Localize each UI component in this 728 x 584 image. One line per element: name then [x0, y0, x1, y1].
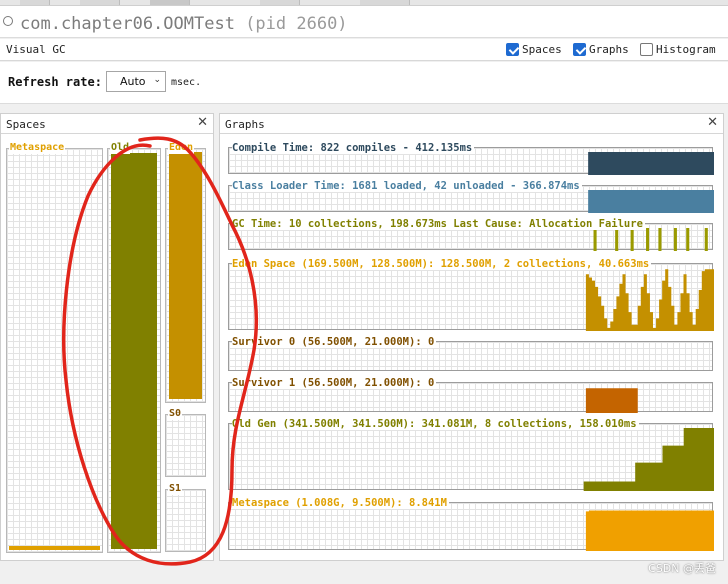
- graph-old-gen: Old Gen (341.500M, 341.500M): 341.081M, …: [228, 418, 714, 491]
- application-title-bar: com.chapter06.OOMTest (pid 2660): [0, 6, 728, 38]
- refresh-rate-row: Refresh rate: Auto ⌄ msec.: [0, 62, 728, 104]
- graph-metaspace-label: Metaspace (1.008G, 9.500M): 8.841M: [232, 497, 449, 509]
- top-tab[interactable]: [150, 0, 190, 5]
- graph-compile-time-label: Compile Time: 822 compiles - 412.135ms: [232, 142, 475, 154]
- space-s1: S1: [165, 483, 206, 552]
- process-id: (pid 2660): [245, 14, 348, 34]
- application-name: com.chapter06.OOMTest: [20, 14, 235, 34]
- graph-eden-space: Eden Space (169.500M, 128.500M): 128.500…: [228, 258, 714, 331]
- spaces-checkbox-label: Spaces: [522, 43, 562, 56]
- space-old-fill: [111, 153, 157, 549]
- graph-eden-space-plot: [229, 269, 714, 331]
- spaces-checkbox[interactable]: Spaces: [506, 43, 562, 56]
- refresh-rate-select[interactable]: Auto ⌄: [106, 71, 166, 92]
- histogram-checkbox[interactable]: Histogram: [640, 43, 716, 56]
- graph-survivor-0: Survivor 0 (56.500M, 21.000M): 0: [228, 336, 713, 371]
- space-s0-label: S0: [168, 408, 183, 420]
- close-icon[interactable]: ✕: [707, 115, 718, 130]
- graph-area: [229, 152, 714, 175]
- refresh-rate-unit: msec.: [171, 77, 202, 88]
- graph-area: [229, 269, 714, 331]
- top-tab[interactable]: [80, 0, 120, 5]
- graphs-panel: Graphs ✕ Compile Time: 822 compiles - 41…: [219, 113, 724, 561]
- graph-class-loader-time: Class Loader Time: 1681 loaded, 42 unloa…: [228, 180, 714, 213]
- graph-area: [229, 190, 714, 213]
- graphs-checkbox[interactable]: Graphs: [573, 43, 629, 56]
- graph-area: [229, 228, 714, 251]
- top-tab[interactable]: [20, 0, 50, 5]
- graph-gc-time: GC Time: 10 collections, 198.673ms Last …: [228, 218, 714, 251]
- spaces-panel-header: Spaces ✕: [1, 114, 213, 134]
- graph-survivor-1-label: Survivor 1 (56.500M, 21.000M): 0: [232, 377, 437, 389]
- space-metaspace-fill: [9, 546, 100, 550]
- graph-old-gen-label: Old Gen (341.500M, 341.500M): 341.081M, …: [232, 418, 639, 430]
- top-tab[interactable]: [360, 0, 410, 5]
- visual-gc-label: Visual GC: [6, 43, 66, 56]
- checkbox-check-icon[interactable]: [573, 43, 586, 56]
- refresh-rate-value: Auto: [120, 75, 146, 88]
- graph-metaspace: Metaspace (1.008G, 9.500M): 8.841M: [228, 497, 714, 551]
- space-metaspace: Metaspace: [6, 142, 103, 553]
- graphs-panel-header: Graphs ✕: [220, 114, 723, 134]
- graph-area: [229, 510, 714, 551]
- graph-class-loader-time-label: Class Loader Time: 1681 loaded, 42 unloa…: [232, 180, 582, 192]
- space-s1-label: S1: [168, 483, 183, 495]
- application-icon: [3, 16, 13, 26]
- graph-area: [229, 428, 714, 491]
- graph-compile-time: Compile Time: 822 compiles - 412.135ms: [228, 142, 714, 175]
- graph-eden-space-label: Eden Space (169.500M, 128.500M): 128.500…: [232, 258, 652, 270]
- graph-old-gen-plot: [229, 428, 714, 491]
- application-title: com.chapter06.OOMTest (pid 2660): [20, 14, 348, 34]
- space-eden: Eden: [165, 142, 206, 403]
- close-icon[interactable]: ✕: [197, 115, 208, 130]
- space-metaspace-label: Metaspace: [9, 142, 66, 154]
- refresh-rate-label: Refresh rate:: [8, 75, 102, 89]
- checkbox-empty-icon[interactable]: [640, 43, 653, 56]
- top-tab[interactable]: [260, 0, 300, 5]
- graph-metaspace-plot: [229, 510, 714, 551]
- watermark: CSDN @丢爸: [648, 562, 716, 575]
- spaces-panel-title: Spaces: [6, 118, 46, 131]
- graph-gc-time-label: GC Time: 10 collections, 198.673ms Last …: [232, 218, 645, 230]
- histogram-checkbox-label: Histogram: [656, 43, 716, 56]
- graphs-checkbox-label: Graphs: [589, 43, 629, 56]
- space-eden-fill: [169, 152, 202, 399]
- graphs-panel-title: Graphs: [225, 118, 265, 131]
- visual-gc-toolbar: Visual GC Spaces Graphs Histogram: [0, 39, 728, 61]
- graph-survivor-1: Survivor 1 (56.500M, 21.000M): 0: [228, 377, 714, 413]
- graph-area: [229, 388, 714, 413]
- space-eden-label: Eden: [168, 142, 195, 154]
- space-s0: S0: [165, 408, 206, 477]
- space-old-label: Old: [110, 142, 131, 154]
- spaces-panel: Spaces ✕ Metaspace Old Eden S0 S1: [0, 113, 214, 561]
- chevron-down-icon[interactable]: ⌄: [153, 75, 161, 85]
- checkbox-check-icon[interactable]: [506, 43, 519, 56]
- space-old: Old: [107, 142, 161, 553]
- graph-survivor-0-label: Survivor 0 (56.500M, 21.000M): 0: [232, 336, 437, 348]
